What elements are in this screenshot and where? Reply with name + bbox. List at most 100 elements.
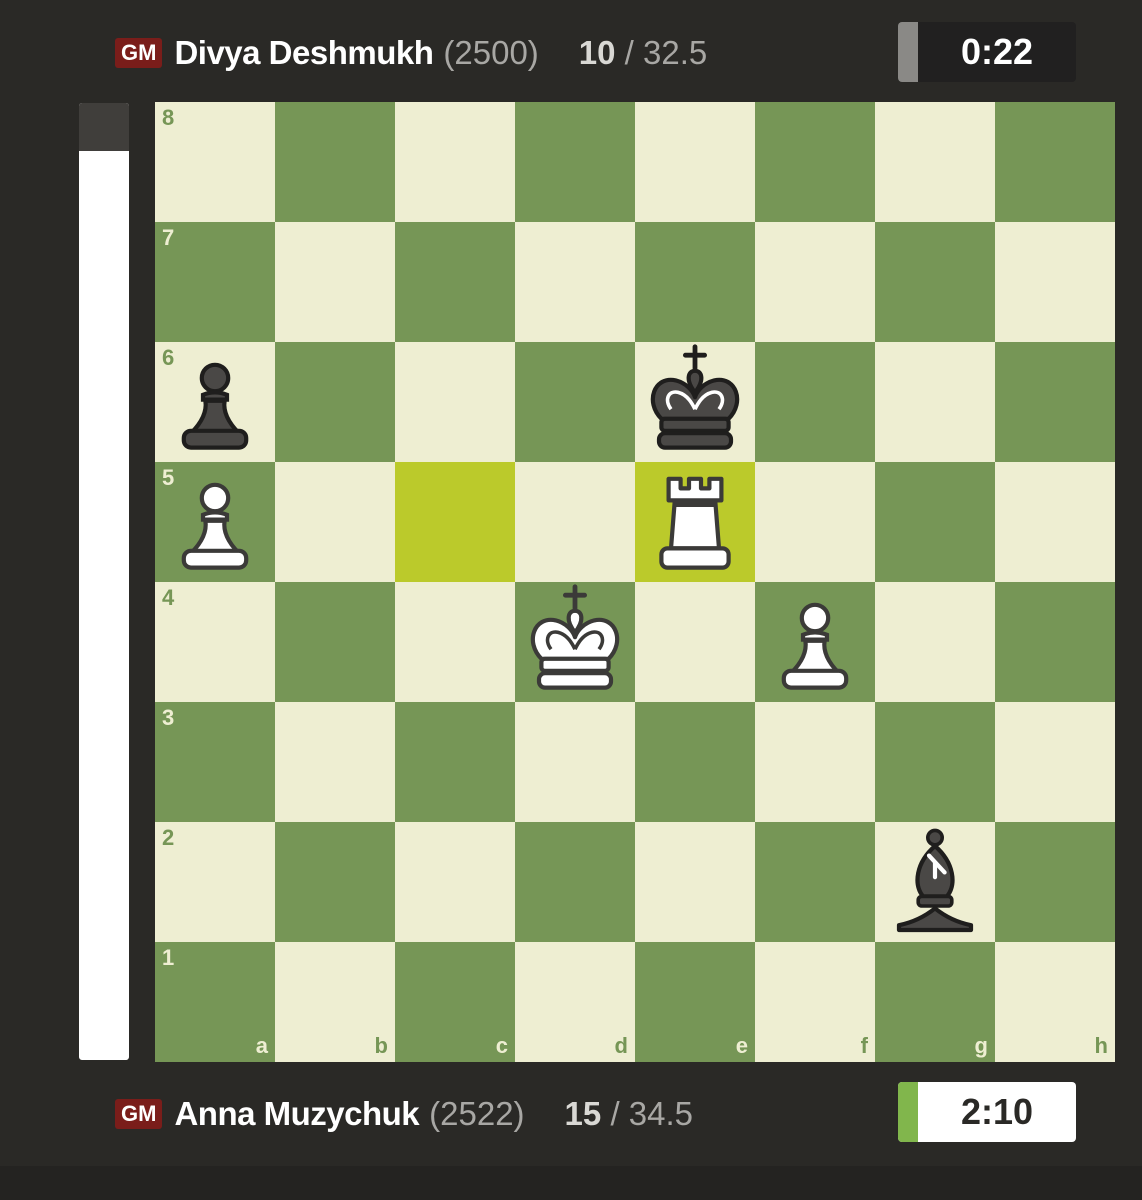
square-e8[interactable] xyxy=(635,102,755,222)
square-a3[interactable]: 3 xyxy=(155,702,275,822)
rank-label-2: 2 xyxy=(162,825,175,850)
file-label-d: d xyxy=(614,1033,628,1058)
top-player-score: 10 / 32.5 xyxy=(579,34,707,72)
square-d5[interactable] xyxy=(515,462,635,582)
top-player-score-total: 32.5 xyxy=(643,34,708,71)
square-a2[interactable]: 2 xyxy=(155,822,275,942)
bottom-clock-time: 2:10 xyxy=(960,1091,1034,1132)
square-f6[interactable] xyxy=(755,342,875,462)
square-h6[interactable] xyxy=(995,342,1115,462)
black-king-e6[interactable] xyxy=(635,342,755,462)
evaluation-bar xyxy=(79,103,129,1060)
bottom-player-score-total: 34.5 xyxy=(628,1095,694,1132)
square-a8[interactable]: 8 xyxy=(155,102,275,222)
square-d8[interactable] xyxy=(515,102,635,222)
square-c5[interactable] xyxy=(395,462,515,582)
file-label-f: f xyxy=(860,1033,868,1058)
square-a7[interactable]: 7 xyxy=(155,222,275,342)
top-player-rating: (2500) xyxy=(443,34,539,71)
square-f1[interactable]: f xyxy=(755,942,875,1062)
square-e6[interactable] xyxy=(635,342,755,462)
top-clock-indicator xyxy=(898,22,918,82)
top-player-name[interactable]: Divya Deshmukh xyxy=(174,34,433,72)
bottom-player-rating: (2522) xyxy=(429,1095,525,1132)
white-king-d4[interactable] xyxy=(515,582,635,702)
square-g5[interactable] xyxy=(875,462,995,582)
square-c4[interactable] xyxy=(395,582,515,702)
square-d3[interactable] xyxy=(515,702,635,822)
top-player-clock: 0:22 xyxy=(898,22,1076,82)
square-h4[interactable] xyxy=(995,582,1115,702)
bottom-player-score: 15 / 34.5 xyxy=(565,1095,693,1133)
bottom-player-name[interactable]: Anna Muzychuk xyxy=(174,1095,419,1133)
rank-label-7: 7 xyxy=(162,225,175,250)
top-player-bar: GM Divya Deshmukh (2500) 10 / 32.5 xyxy=(115,28,707,78)
file-label-a: a xyxy=(255,1033,268,1058)
square-h3[interactable] xyxy=(995,702,1115,822)
square-c7[interactable] xyxy=(395,222,515,342)
square-c3[interactable] xyxy=(395,702,515,822)
square-g6[interactable] xyxy=(875,342,995,462)
bottom-player-score-points: 15 xyxy=(564,1095,602,1132)
rank-label-4: 4 xyxy=(162,585,175,610)
footer-strip xyxy=(0,1166,1142,1200)
square-h2[interactable] xyxy=(995,822,1115,942)
square-e5[interactable] xyxy=(635,462,755,582)
square-b7[interactable] xyxy=(275,222,395,342)
square-b8[interactable] xyxy=(275,102,395,222)
black-pawn-a6[interactable] xyxy=(155,342,275,462)
square-f7[interactable] xyxy=(755,222,875,342)
file-label-b: b xyxy=(374,1033,388,1058)
square-b6[interactable] xyxy=(275,342,395,462)
square-a4[interactable]: 4 xyxy=(155,582,275,702)
square-b4[interactable] xyxy=(275,582,395,702)
square-h7[interactable] xyxy=(995,222,1115,342)
bottom-player-bar: GM Anna Muzychuk (2522) 15 / 34.5 xyxy=(115,1089,693,1139)
file-label-g: g xyxy=(974,1033,988,1058)
square-d6[interactable] xyxy=(515,342,635,462)
square-d1[interactable]: d xyxy=(515,942,635,1062)
square-g1[interactable]: g xyxy=(875,942,995,1062)
square-b3[interactable] xyxy=(275,702,395,822)
square-e7[interactable] xyxy=(635,222,755,342)
square-c2[interactable] xyxy=(395,822,515,942)
square-e3[interactable] xyxy=(635,702,755,822)
white-pawn-f4[interactable] xyxy=(755,582,875,702)
square-g4[interactable] xyxy=(875,582,995,702)
square-e2[interactable] xyxy=(635,822,755,942)
square-h8[interactable] xyxy=(995,102,1115,222)
white-pawn-a5[interactable] xyxy=(155,462,275,582)
white-rook-e5[interactable] xyxy=(635,462,755,582)
square-h1[interactable]: h xyxy=(995,942,1115,1062)
square-f4[interactable] xyxy=(755,582,875,702)
square-g8[interactable] xyxy=(875,102,995,222)
square-g2[interactable] xyxy=(875,822,995,942)
square-c8[interactable] xyxy=(395,102,515,222)
square-b5[interactable] xyxy=(275,462,395,582)
square-h5[interactable] xyxy=(995,462,1115,582)
square-f3[interactable] xyxy=(755,702,875,822)
square-b1[interactable]: b xyxy=(275,942,395,1062)
square-f5[interactable] xyxy=(755,462,875,582)
square-f2[interactable] xyxy=(755,822,875,942)
evaluation-bar-black-portion xyxy=(79,103,129,151)
square-c1[interactable]: c xyxy=(395,942,515,1062)
black-bishop-g2[interactable] xyxy=(875,822,995,942)
rank-label-3: 3 xyxy=(162,705,175,730)
square-d4[interactable] xyxy=(515,582,635,702)
square-f8[interactable] xyxy=(755,102,875,222)
square-g7[interactable] xyxy=(875,222,995,342)
chess-board[interactable]: 8 7 6 5 4 3 2 1 a b c d e f g h xyxy=(155,102,1115,1062)
square-c6[interactable] xyxy=(395,342,515,462)
square-a6[interactable]: 6 xyxy=(155,342,275,462)
square-d2[interactable] xyxy=(515,822,635,942)
square-a5[interactable]: 5 xyxy=(155,462,275,582)
square-b2[interactable] xyxy=(275,822,395,942)
square-e1[interactable]: e xyxy=(635,942,755,1062)
square-g3[interactable] xyxy=(875,702,995,822)
file-label-h: h xyxy=(1094,1033,1108,1058)
square-a1[interactable]: 1a xyxy=(155,942,275,1062)
top-player-title-badge: GM xyxy=(115,37,163,69)
square-e4[interactable] xyxy=(635,582,755,702)
square-d7[interactable] xyxy=(515,222,635,342)
